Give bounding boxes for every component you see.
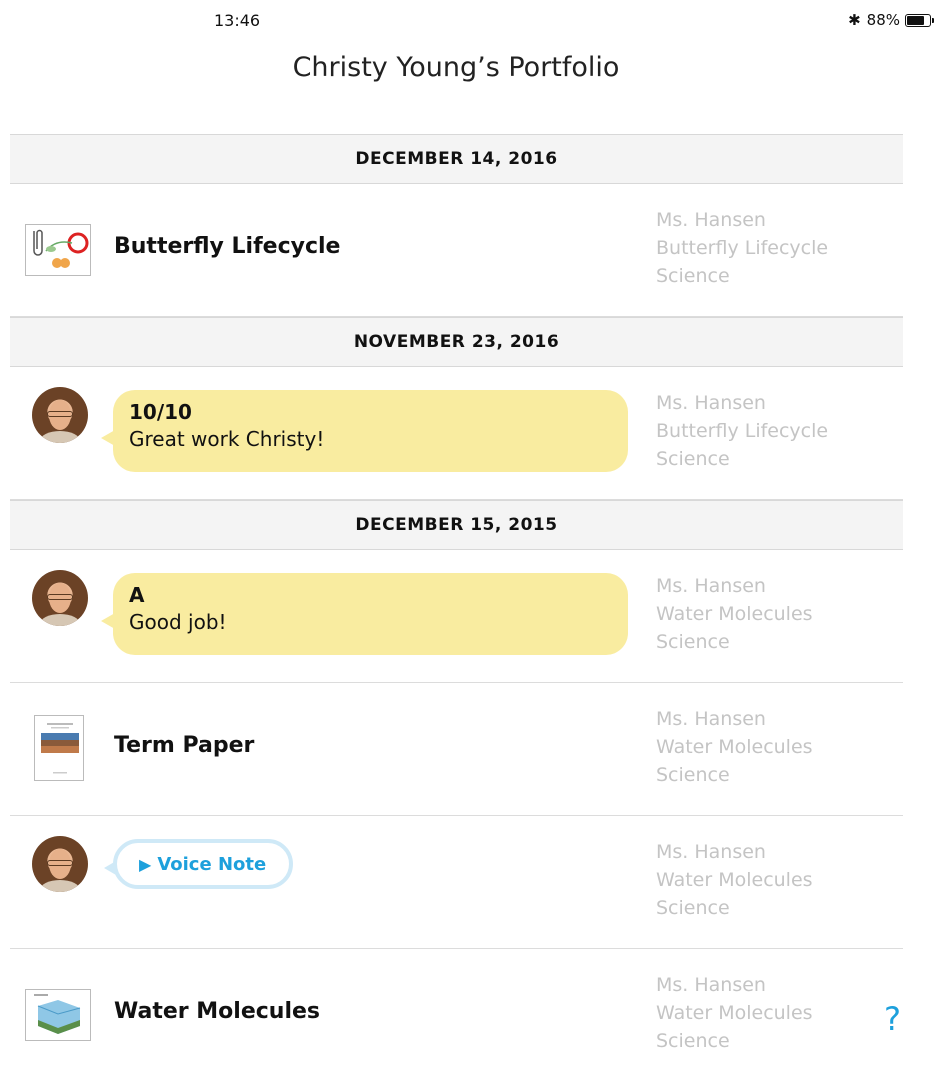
avatar <box>32 570 88 626</box>
avatar <box>32 387 88 443</box>
diagram-thumbnail <box>25 224 91 276</box>
diagram-thumbnail <box>25 989 91 1041</box>
battery-icon <box>905 13 934 27</box>
list-item[interactable]: 10/10 Great work Christy! Ms. Hansen But… <box>10 367 903 500</box>
status-time: 13:46 <box>214 11 261 30</box>
subject-name: Science <box>656 897 730 919</box>
item-meta: Ms. Hansen Water Molecules Science <box>656 838 896 922</box>
item-title: Term Paper <box>114 733 255 758</box>
list-item[interactable]: Butterfly Lifecycle Ms. Hansen Butterfly… <box>10 184 903 317</box>
item-meta: Ms. Hansen Water Molecules Science <box>656 705 896 789</box>
assignment-name: Water Molecules <box>656 869 813 891</box>
comment-text: Great work Christy! <box>129 427 325 451</box>
subject-name: Science <box>656 764 730 786</box>
avatar <box>32 836 88 892</box>
list-item[interactable]: ▶ Voice Note Ms. Hansen Water Molecules … <box>10 816 903 949</box>
play-icon: ▶ <box>139 854 152 874</box>
assignment-name: Butterfly Lifecycle <box>656 420 829 442</box>
date-header: DECEMBER 14, 2016 <box>10 134 903 184</box>
teacher-name: Ms. Hansen <box>656 392 766 414</box>
teacher-name: Ms. Hansen <box>656 575 766 597</box>
subject-name: Science <box>656 265 730 287</box>
assignment-name: Butterfly Lifecycle <box>656 237 829 259</box>
item-meta: Ms. Hansen Water Molecules Science <box>656 971 896 1055</box>
grade-text: A <box>129 583 145 607</box>
list-item[interactable]: Water Molecules Ms. Hansen Water Molecul… <box>10 949 903 1081</box>
voice-note-label: Voice Note <box>157 853 267 875</box>
paper-thumbnail <box>34 715 84 781</box>
assignment-name: Water Molecules <box>656 1002 813 1024</box>
item-meta: Ms. Hansen Butterfly Lifecycle Science <box>656 206 896 290</box>
grade-text: 10/10 <box>129 400 192 424</box>
date-header: NOVEMBER 23, 2016 <box>10 317 903 367</box>
status-bar: 13:46 ✱ 88% <box>0 0 945 40</box>
assignment-name: Water Molecules <box>656 603 813 625</box>
comment-bubble: A Good job! <box>101 573 628 655</box>
comment-text: Good job! <box>129 610 227 634</box>
subject-name: Science <box>656 1030 730 1052</box>
list-item[interactable]: A Good job! Ms. Hansen Water Molecules S… <box>10 550 903 683</box>
date-header: DECEMBER 15, 2015 <box>10 500 903 550</box>
page-title: Christy Young’s Portfolio <box>292 52 620 83</box>
voice-note-button[interactable]: ▶ Voice Note <box>104 839 293 889</box>
item-title: Water Molecules <box>114 999 321 1024</box>
item-meta: Ms. Hansen Butterfly Lifecycle Science <box>656 389 896 473</box>
list-item[interactable]: Term Paper Ms. Hansen Water Molecules Sc… <box>10 683 903 816</box>
portfolio-list: DECEMBER 14, 2016 Butterfly Lifecycle Ms… <box>10 134 903 1081</box>
help-button[interactable]: ? <box>884 1000 901 1038</box>
bluetooth-icon: ✱ <box>848 11 861 29</box>
assignment-name: Water Molecules <box>656 736 813 758</box>
teacher-name: Ms. Hansen <box>656 974 766 996</box>
subject-name: Science <box>656 631 730 653</box>
teacher-name: Ms. Hansen <box>656 708 766 730</box>
battery-percent: 88% <box>866 11 900 29</box>
comment-bubble: 10/10 Great work Christy! <box>101 390 628 472</box>
item-title: Butterfly Lifecycle <box>114 234 341 259</box>
teacher-name: Ms. Hansen <box>656 209 766 231</box>
item-meta: Ms. Hansen Water Molecules Science <box>656 572 896 656</box>
subject-name: Science <box>656 448 730 470</box>
status-right: ✱ 88% <box>848 11 934 29</box>
teacher-name: Ms. Hansen <box>656 841 766 863</box>
